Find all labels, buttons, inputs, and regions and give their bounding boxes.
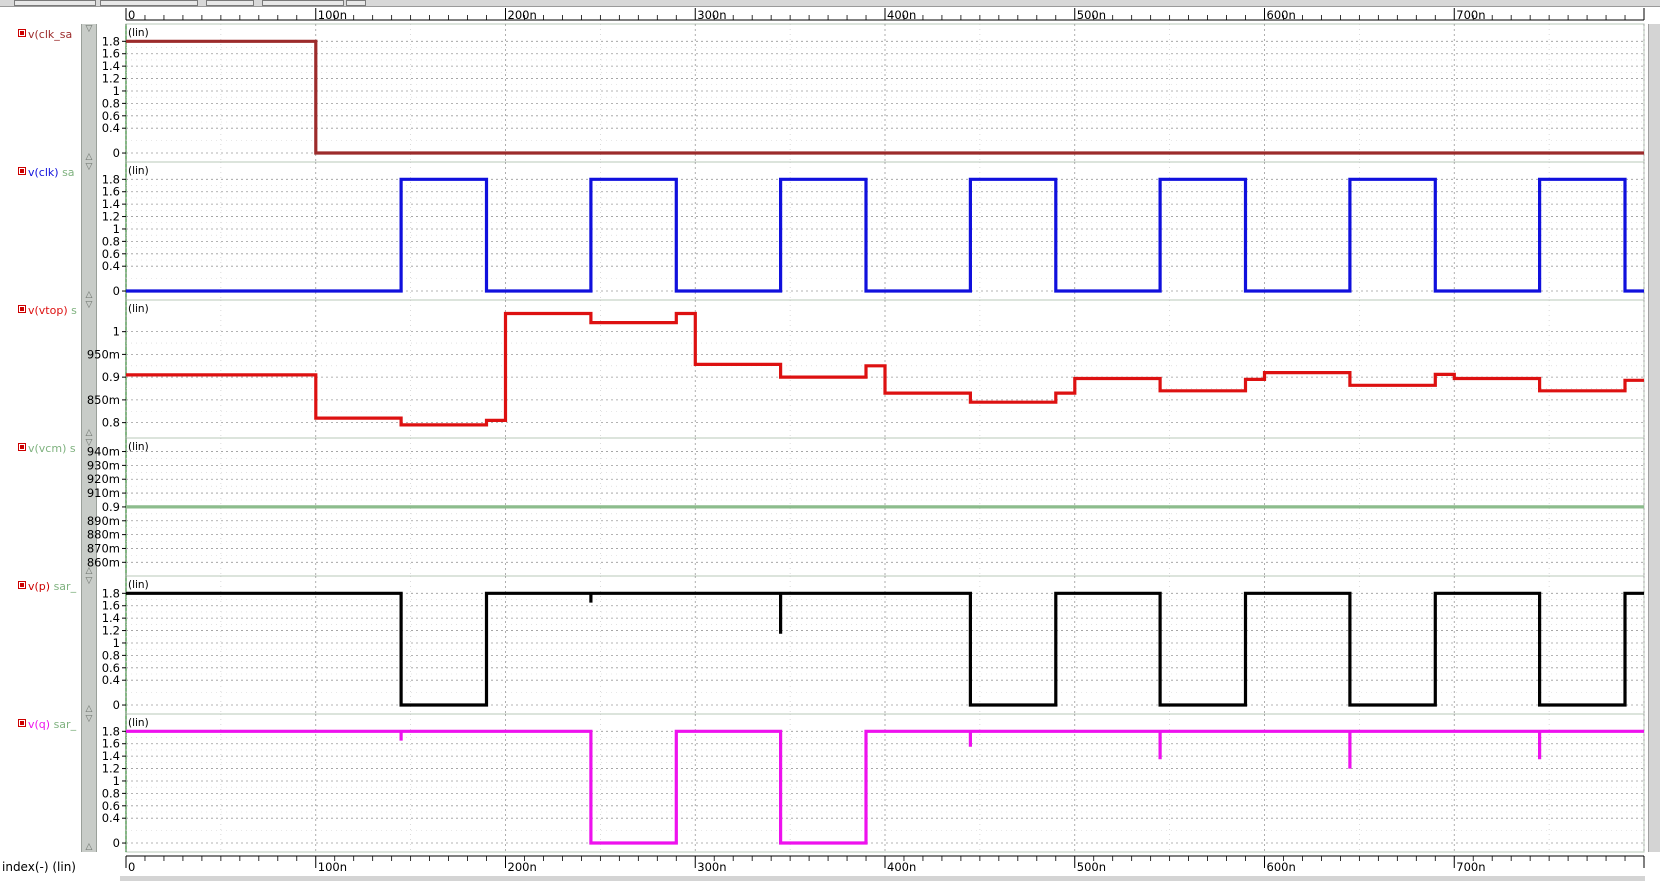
y-tick-label: 890m (87, 514, 120, 528)
y-tick-label: 1.6 (102, 737, 120, 751)
x-tick-label-top: 600n (1267, 8, 1296, 22)
y-tick-label: 0.6 (102, 799, 120, 813)
y-tick-label: 0 (113, 836, 120, 850)
y-tick-label: 0.8 (102, 648, 120, 662)
vertical-scrollbar[interactable] (1648, 24, 1660, 852)
y-tick-label: 0.4 (102, 121, 120, 135)
scale-tag: (lin) (128, 717, 149, 729)
y-tick-label: 0.8 (102, 786, 120, 800)
y-tick-label: 940m (87, 445, 120, 459)
y-tick-label: 1 (113, 325, 120, 339)
y-tick-label: 1.4 (102, 197, 120, 211)
scale-tag: (lin) (128, 303, 149, 315)
y-tick-label: 0.6 (102, 109, 120, 123)
y-tick-label: 930m (87, 458, 120, 472)
y-tick-label: 0 (113, 698, 120, 712)
x-tick-label-bottom: 300n (697, 860, 726, 874)
x-tick-label-bottom: 700n (1456, 860, 1485, 874)
y-tick-label: 0 (113, 284, 120, 298)
x-tick-label-bottom: 100n (318, 860, 347, 874)
y-tick-label: 1 (113, 774, 120, 788)
y-tick-label: 1.6 (102, 599, 120, 613)
scale-tag: (lin) (128, 165, 149, 177)
x-tick-label-top: 400n (887, 8, 916, 22)
y-tick-label: 1.8 (102, 724, 120, 738)
x-tick-label-top: 100n (318, 8, 347, 22)
x-tick-label-bottom: 600n (1267, 860, 1296, 874)
waveform-chart[interactable]: 00100n100n200n200n300n300n400n400n500n50… (0, 0, 1646, 876)
y-tick-label: 1.4 (102, 749, 120, 763)
y-tick-label: 920m (87, 472, 120, 486)
y-tick-label: 0.4 (102, 811, 120, 825)
y-tick-label: 0.8 (102, 96, 120, 110)
y-tick-label: 0.4 (102, 259, 120, 273)
y-tick-label: 1 (113, 222, 120, 236)
y-tick-label: 1.2 (102, 210, 120, 224)
x-tick-label-bottom: 0 (128, 860, 135, 874)
y-tick-label: 1.2 (102, 762, 120, 776)
y-tick-label: 1.4 (102, 59, 120, 73)
y-tick-label: 910m (87, 486, 120, 500)
y-tick-label: 1.4 (102, 611, 120, 625)
y-tick-label: 1.2 (102, 624, 120, 638)
y-tick-label: 1.6 (102, 47, 120, 61)
y-tick-label: 0.4 (102, 673, 120, 687)
x-tick-label-bottom: 400n (887, 860, 916, 874)
x-axis-name: index(-) (lin) (2, 860, 76, 874)
y-tick-label: 1.6 (102, 185, 120, 199)
y-tick-label: 950m (87, 347, 120, 361)
x-tick-label-top: 200n (508, 8, 537, 22)
horizontal-scrollbar[interactable] (120, 876, 1645, 881)
x-tick-label-top: 500n (1077, 8, 1106, 22)
scale-tag: (lin) (128, 27, 149, 39)
x-tick-label-bottom: 500n (1077, 860, 1106, 874)
y-tick-label: 0 (113, 146, 120, 160)
y-tick-label: 860m (87, 555, 120, 569)
scale-tag: (lin) (128, 579, 149, 591)
x-tick-label-bottom: 200n (508, 860, 537, 874)
y-tick-label: 0.9 (102, 500, 120, 514)
y-tick-label: 0.6 (102, 247, 120, 261)
y-tick-label: 1.8 (102, 34, 120, 48)
x-tick-label-top: 700n (1456, 8, 1485, 22)
y-tick-label: 0.8 (102, 416, 120, 430)
y-tick-label: 1.8 (102, 172, 120, 186)
y-tick-label: 0.6 (102, 661, 120, 675)
y-tick-label: 0.8 (102, 234, 120, 248)
y-tick-label: 0.9 (102, 370, 120, 384)
y-tick-label: 880m (87, 528, 120, 542)
y-tick-label: 1 (113, 84, 120, 98)
y-tick-label: 870m (87, 541, 120, 555)
y-tick-label: 1.2 (102, 72, 120, 86)
scale-tag: (lin) (128, 441, 149, 453)
y-tick-label: 1.8 (102, 586, 120, 600)
y-tick-label: 1 (113, 636, 120, 650)
y-tick-label: 850m (87, 393, 120, 407)
x-tick-label-top: 300n (697, 8, 726, 22)
x-tick-label-top: 0 (128, 8, 135, 22)
